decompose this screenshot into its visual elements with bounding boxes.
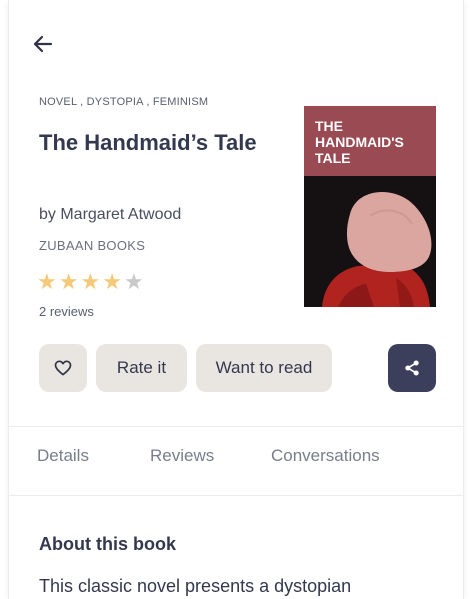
star-filled-icon: ★: [80, 269, 101, 294]
tab-bar: Details Reviews Conversations: [9, 426, 463, 496]
star-empty-icon: ★: [123, 269, 144, 294]
star-filled-icon: ★: [37, 269, 57, 294]
arrow-left-icon: [33, 35, 53, 53]
cover-title: THE HANDMAID'S TALE: [315, 118, 404, 166]
about-heading: About this book: [39, 534, 176, 554]
tab-conversations[interactable]: Conversations: [271, 446, 380, 466]
back-button[interactable]: [29, 30, 57, 58]
rate-it-button[interactable]: Rate it: [96, 344, 187, 392]
divider-bottom: [9, 495, 463, 496]
book-publisher: ZUBAAN BOOKS: [39, 238, 146, 253]
star-rating: ★ ★ ★ ★ ★: [37, 270, 144, 294]
handmaid-figure-illustration: [322, 191, 432, 307]
heart-outline-icon: [54, 360, 72, 376]
tab-reviews[interactable]: Reviews: [150, 446, 214, 466]
want-to-read-button[interactable]: Want to read: [196, 344, 332, 392]
genre-tags: NOVEL , DYSTOPIA , FEMINISM: [39, 96, 209, 108]
star-filled-icon: ★: [102, 269, 122, 294]
book-author[interactable]: by Margaret Atwood: [39, 206, 181, 224]
book-title: The Handmaid’s Tale: [39, 130, 257, 155]
tab-details[interactable]: Details: [37, 446, 89, 466]
book-detail-sheet: NOVEL , DYSTOPIA , FEMINISM The Handmaid…: [8, 0, 464, 599]
star-filled-icon: ★: [58, 269, 79, 294]
about-text: This classic novel presents a dystopian: [39, 576, 352, 596]
share-icon: [405, 360, 419, 376]
like-button[interactable]: [39, 344, 87, 392]
reviews-count[interactable]: 2 reviews: [39, 304, 94, 319]
share-button[interactable]: [388, 344, 436, 392]
cover-artwork: [304, 176, 436, 307]
book-cover: THE HANDMAID'S TALE: [304, 106, 436, 307]
